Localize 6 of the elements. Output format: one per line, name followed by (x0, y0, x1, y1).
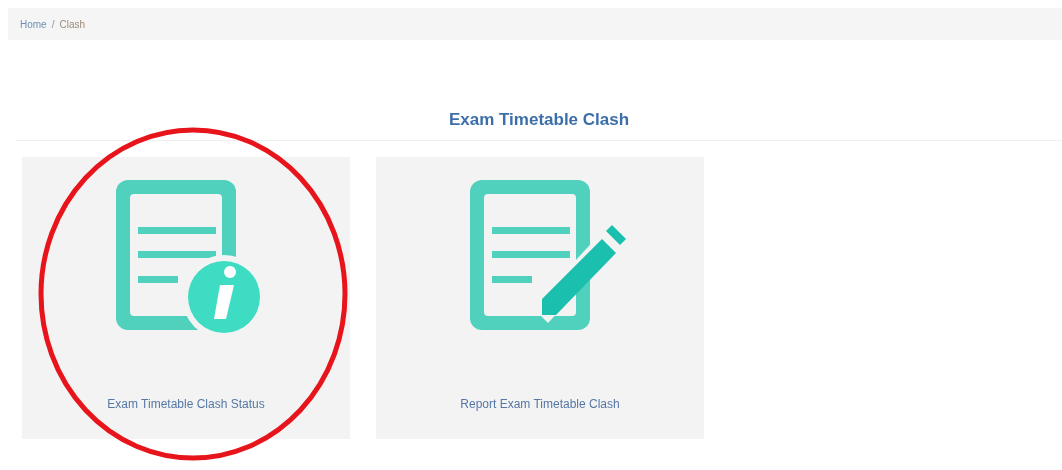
section-heading: Exam Timetable Clash (16, 110, 1062, 141)
breadcrumb-link[interactable]: Home (20, 18, 47, 30)
breadcrumb-current: Clash (59, 18, 86, 30)
menu-card[interactable]: Report Exam Timetable Clash (376, 157, 704, 439)
breadcrumb-separator: / (51, 18, 55, 30)
menu-card[interactable]: Exam Timetable Clash Status (22, 157, 350, 439)
